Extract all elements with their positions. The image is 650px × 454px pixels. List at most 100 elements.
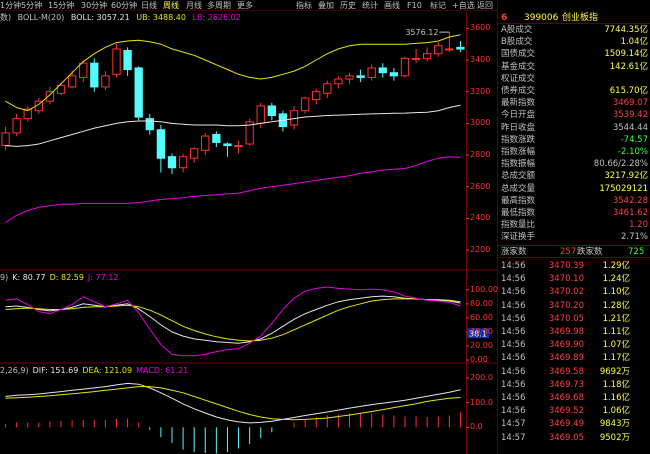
period-tab[interactable]: 30分钟 (81, 0, 107, 11)
quote-label: 最低指数 (501, 208, 536, 218)
tick-price: 3469.98 (548, 327, 584, 337)
tick-row: 14:56 3469.73 1.18亿 (498, 379, 650, 391)
tick-time: 14:56 (501, 287, 526, 298)
toolbar-button[interactable]: 返回 (477, 0, 493, 11)
tick-price: 3469.90 (548, 340, 584, 351)
legend-indicator-name[interactable]: BOLL-M(20) (18, 13, 65, 22)
quote-label: 最高指数 (501, 195, 536, 206)
candle (367, 64, 376, 81)
period-tab[interactable]: 日线 (141, 0, 157, 11)
quote-value: -2.10% (617, 147, 648, 157)
period-tab[interactable]: 15分钟 (48, 0, 74, 11)
macd-legend-dif: DIF: 151.69 (32, 366, 79, 375)
breadth-row: 涨家数 257 跌家数 725 (498, 245, 650, 258)
quote-label: B股成交 (501, 37, 533, 48)
tick-volume: 1.28亿 (602, 300, 630, 311)
tick-price: 3469.68 (548, 393, 584, 403)
candle-body (234, 145, 243, 148)
candle (400, 56, 410, 78)
tick-time: 14:57 (501, 419, 526, 430)
rise-label: 涨家数 (501, 247, 527, 257)
candle-body (90, 62, 99, 88)
quote-label: 指数量比 (501, 220, 536, 231)
tick-price: 3470.05 (548, 313, 584, 324)
toolbar-button[interactable]: 画线 (384, 0, 400, 11)
period-tab[interactable]: 月线 (186, 0, 202, 11)
legend-ub: UB: 3488.40 (136, 13, 186, 22)
candle-body (400, 57, 410, 77)
tick-row: 14:57 3469.05 9502万 (498, 432, 650, 444)
tick-time: 14:57 (501, 432, 526, 443)
period-tab[interactable]: 1分钟 (0, 0, 21, 11)
period-tab[interactable]: 更多 (237, 0, 253, 11)
candle (345, 72, 354, 84)
candle (190, 147, 199, 163)
tick-price: 3469.49 (548, 419, 584, 430)
candle-body (178, 156, 188, 169)
tick-row: 14:56 3470.05 1.21亿 (498, 313, 650, 325)
quote-value: 80.66/2.28% (593, 159, 648, 170)
candle-body (156, 129, 166, 159)
kdj-legend-prefix: 9) (0, 273, 9, 282)
toolbar-button[interactable]: 统计 (362, 0, 378, 11)
tick-price: 3469.58 (548, 366, 584, 377)
period-tab[interactable]: 周线 (163, 0, 179, 11)
candle (356, 69, 365, 83)
candle (411, 48, 421, 64)
quote-value: 7744.35亿 (604, 25, 648, 35)
legend-boll: BOLL: 3057.21 (70, 13, 130, 22)
quote-label: 昨日收盘 (501, 122, 536, 133)
tick-volume: 9843万 (599, 419, 630, 430)
y-tick-label: 3000 (470, 118, 491, 128)
quote-row: 最高指数 3542.28 (498, 196, 650, 207)
y-tick-label: 2800 (470, 150, 491, 160)
macd-legend-macd: MACD: 61.21 (136, 366, 189, 375)
tick-price: 3470.02 (548, 287, 584, 298)
y-tick-label: 3400 (470, 55, 491, 65)
period-tab[interactable]: 多周期 (207, 0, 231, 11)
y-tick-label: 2600 (470, 181, 491, 191)
quote-value: 3461.62 (612, 208, 648, 218)
candle (134, 66, 143, 121)
quote-row: 最新指数 3469.07 (498, 98, 650, 109)
candle (167, 153, 177, 175)
tick-volume: 9502万 (599, 432, 630, 443)
macd-dea-line (5, 386, 461, 421)
index-name: 创业板指 (562, 13, 599, 23)
rise-count: 257 (560, 247, 577, 257)
indicator-legend: 9) K: 80.77 D: 82.59 J: 77.12 (0, 272, 122, 283)
quote-label: 指数振幅 (501, 159, 536, 170)
quote-row: A股成交 7744.35亿 (498, 25, 650, 36)
kdj-legend-d: D: 82.59 (49, 273, 84, 282)
toolbar-button[interactable]: +自选 (452, 0, 475, 11)
candle (112, 44, 121, 78)
candle (423, 47, 432, 62)
toolbar-button[interactable]: 历史 (340, 0, 356, 11)
toolbar-button[interactable]: F10 (407, 0, 422, 11)
tick-volume: 1.17亿 (602, 353, 630, 364)
tick-price: 3469.52 (548, 406, 584, 417)
candle-body (101, 75, 110, 88)
quote-label: 今日开盘 (501, 110, 536, 121)
quote-value: 1.04亿 (620, 37, 648, 48)
quote-row: 最低指数 3461.62 (498, 208, 650, 219)
tick-time: 14:56 (501, 261, 526, 271)
period-tab[interactable]: 5分钟 (21, 0, 42, 11)
quote-row: 指数量比 1.20 (498, 220, 650, 231)
fall-label: 跌家数 (577, 247, 603, 257)
candle (67, 71, 77, 89)
chart-area[interactable]: 3576.1238.1 (0, 0, 497, 454)
candle (234, 140, 243, 154)
candle (145, 113, 154, 135)
kdj-legend-k: K: 80.77 (12, 273, 46, 282)
period-tab[interactable]: 60分钟 (111, 0, 137, 11)
toolbar-button[interactable]: 标记 (430, 0, 446, 11)
quote-value: 1.20 (629, 220, 648, 231)
legend-prefix: 数) (0, 13, 12, 22)
candle-body (190, 148, 199, 159)
tick-time: 14:56 (501, 366, 526, 377)
toolbar-button[interactable]: 叠加 (318, 0, 334, 11)
tick-time: 14:56 (501, 406, 526, 417)
toolbar-button[interactable]: 指标 (296, 0, 312, 11)
candle (445, 32, 454, 53)
